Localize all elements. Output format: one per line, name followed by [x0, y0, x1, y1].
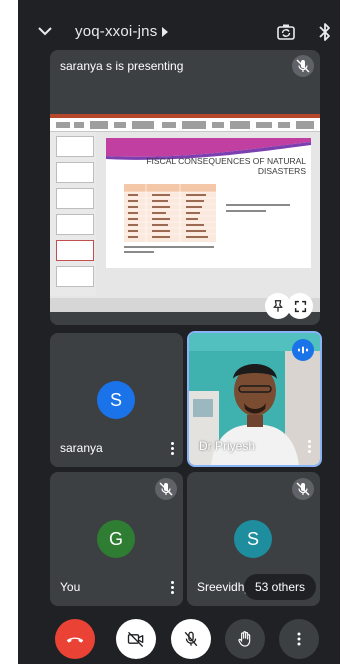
participant-name: saranya	[60, 441, 103, 455]
avatar: G	[97, 520, 135, 558]
bluetooth-icon[interactable]	[318, 22, 332, 42]
slide-thumbnail[interactable]	[56, 214, 94, 235]
mic-toggle-button[interactable]	[171, 619, 211, 659]
more-options-icon	[297, 632, 301, 646]
ppt-ribbon	[50, 114, 320, 132]
end-call-icon	[66, 637, 84, 643]
more-vert-icon[interactable]	[306, 440, 314, 454]
camera-off-icon	[127, 631, 144, 647]
slide-thumbnail[interactable]	[56, 188, 94, 209]
participant-tile-video[interactable]: Dr Priyesh	[187, 331, 322, 467]
fullscreen-button[interactable]	[287, 293, 313, 319]
more-options-button[interactable]	[279, 619, 319, 659]
slide-thumbnail[interactable]	[56, 136, 94, 157]
avatar: S	[234, 520, 272, 558]
more-vert-icon[interactable]	[169, 581, 177, 595]
end-call-button[interactable]	[55, 619, 95, 659]
avatar: S	[97, 381, 135, 419]
raise-hand-button[interactable]	[225, 619, 265, 659]
more-vert-icon[interactable]	[169, 442, 177, 456]
switch-camera-icon[interactable]	[276, 22, 296, 42]
others-count-pill[interactable]: 53 others	[244, 574, 316, 600]
slide-table	[124, 184, 216, 242]
participant-name: Sreevidhy	[197, 580, 251, 594]
meet-screen: yoq-xxoi-jns saranya s is presenting FIS…	[18, 0, 340, 664]
slide-title: FISCAL CONSEQUENCES OF NATURAL DISASTERS	[146, 156, 306, 176]
participant-name: You	[60, 580, 81, 594]
top-bar: yoq-xxoi-jns	[18, 14, 340, 50]
shared-screen: FISCAL CONSEQUENCES OF NATURAL DISASTERS	[50, 114, 320, 312]
mic-off-icon	[292, 478, 314, 500]
chevron-down-icon[interactable]	[36, 22, 54, 40]
slide-canvas: FISCAL CONSEQUENCES OF NATURAL DISASTERS	[106, 138, 311, 268]
mic-off-icon	[184, 631, 198, 647]
presenting-label: saranya s is presenting	[60, 59, 184, 73]
slide-thumbnails	[50, 132, 96, 296]
caret-right-icon[interactable]	[161, 27, 169, 37]
slide-thumbnail[interactable]	[56, 162, 94, 183]
pin-icon	[273, 300, 283, 312]
mic-off-icon	[155, 478, 177, 500]
participant-tile-self[interactable]: G You	[50, 472, 183, 606]
meeting-code[interactable]: yoq-xxoi-jns	[75, 23, 157, 40]
raise-hand-icon	[238, 631, 251, 647]
camera-toggle-button[interactable]	[116, 619, 156, 659]
fullscreen-icon	[294, 300, 306, 312]
presentation-tile[interactable]: saranya s is presenting FISCAL CONSEQUEN…	[50, 50, 320, 325]
slide-thumbnail[interactable]	[56, 240, 94, 261]
slide-thumbnail[interactable]	[56, 266, 94, 287]
participant-tile[interactable]: S saranya	[50, 333, 183, 467]
slide-caption	[124, 246, 214, 253]
participant-name: Dr Priyesh	[199, 439, 256, 453]
speaking-indicator-icon	[292, 339, 314, 361]
slide-note	[226, 204, 290, 212]
mic-off-icon	[292, 55, 314, 77]
